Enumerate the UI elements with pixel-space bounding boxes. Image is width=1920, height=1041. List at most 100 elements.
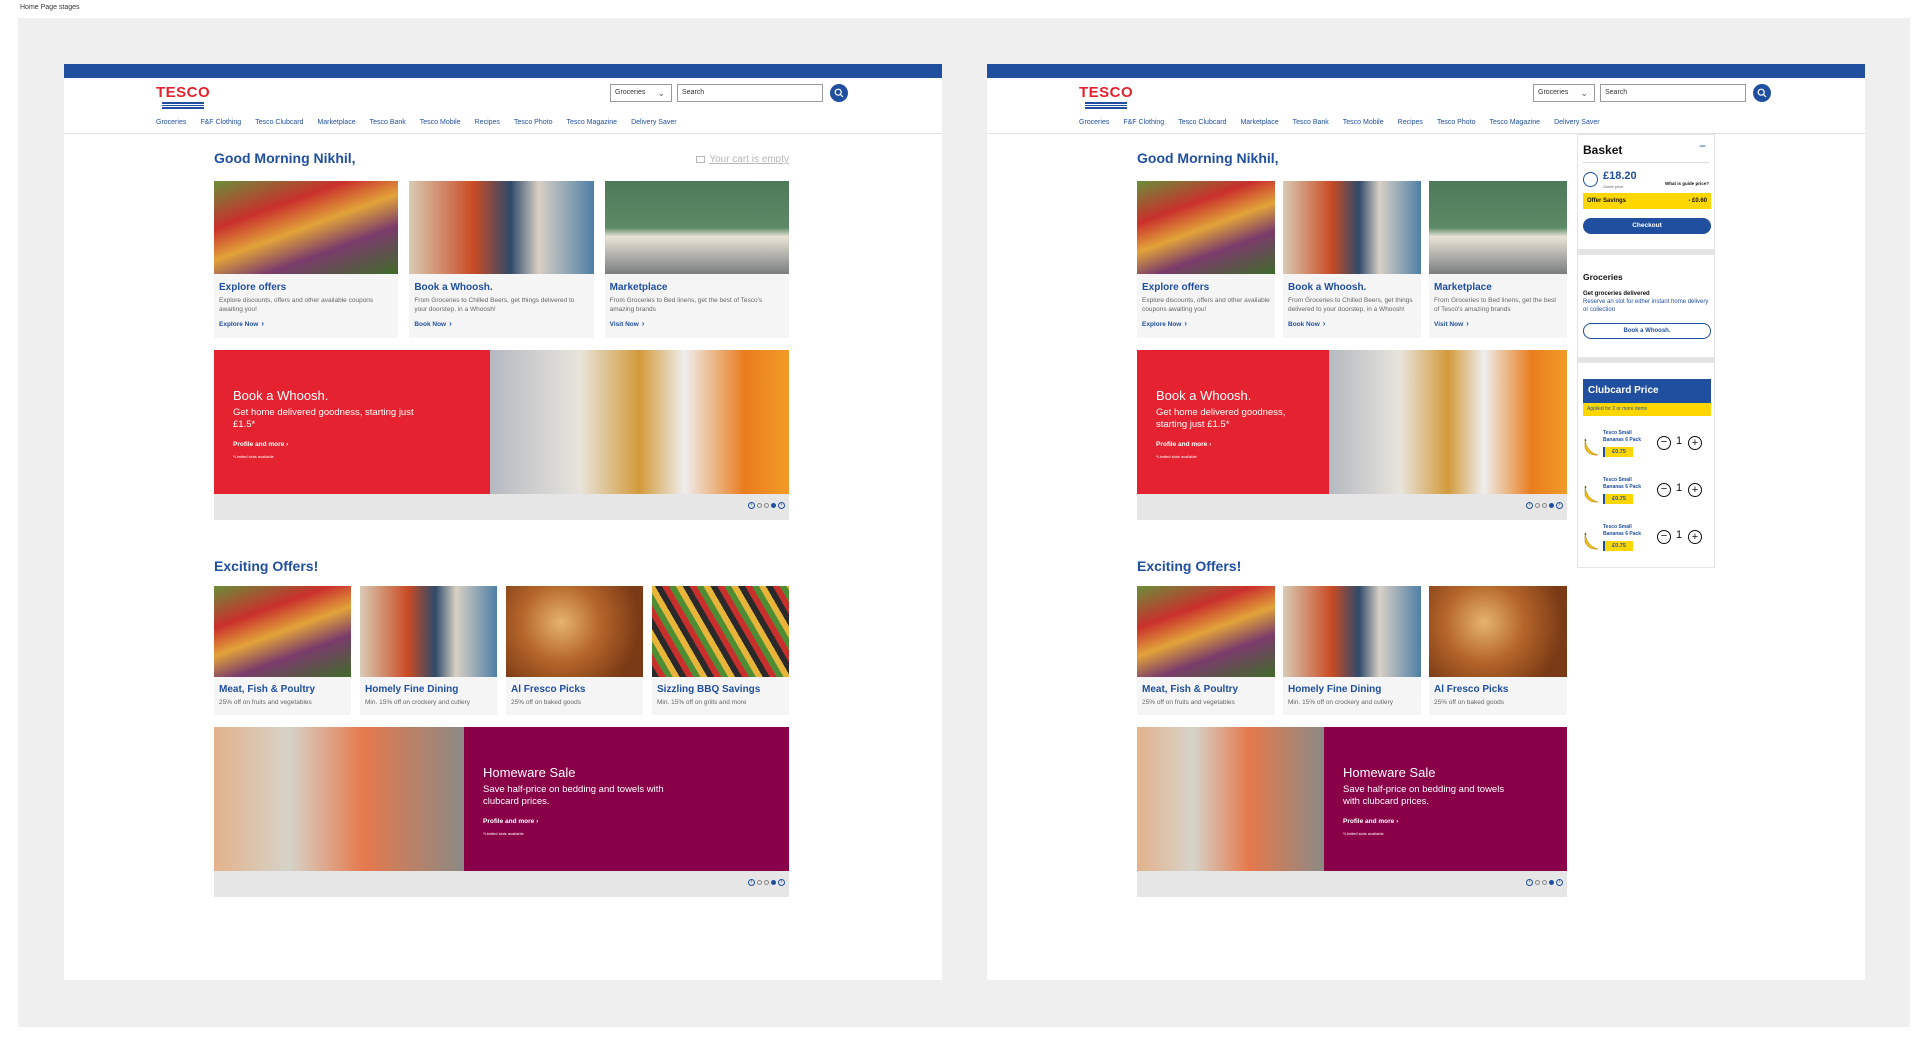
offer-card[interactable]: Meat, Fish & Poultry 25% off on fruits a… (214, 586, 351, 715)
nav-delivery-saver[interactable]: Delivery Saver (1554, 119, 1600, 126)
nav-groceries[interactable]: Groceries (1079, 119, 1109, 126)
prev-arrow-icon[interactable]: ‹ (748, 879, 755, 886)
banner-link[interactable]: Profile and more › (233, 441, 288, 448)
card-desc: Explore discounts, offers and other avai… (1142, 297, 1270, 313)
nav-ff-clothing[interactable]: F&F Clothing (1123, 119, 1164, 126)
card-link[interactable]: Explore Now › (1142, 319, 1275, 328)
carousel-dot[interactable] (1542, 880, 1547, 885)
next-arrow-icon[interactable]: › (1556, 502, 1563, 509)
next-arrow-icon[interactable]: › (778, 879, 785, 886)
card-link[interactable]: Visit Now › (610, 319, 789, 328)
carousel-dot[interactable] (1542, 503, 1547, 508)
search-input[interactable]: Search (677, 84, 823, 102)
card-marketplace[interactable]: Marketplace From Groceries to Bed linens… (604, 181, 789, 338)
prev-arrow-icon[interactable]: ‹ (1526, 879, 1533, 886)
offer-card[interactable]: Meat, Fish & Poultry 25% off on fruits a… (1137, 586, 1275, 715)
delivery-image (409, 181, 594, 274)
offer-card[interactable]: Al Fresco Picks 25% off on baked goods (506, 586, 643, 715)
nav-delivery-saver[interactable]: Delivery Saver (631, 119, 677, 126)
card-book-whoosh[interactable]: Book a Whoosh. From Groceries to Chilled… (409, 181, 594, 338)
nav-clubcard[interactable]: Tesco Clubcard (255, 119, 303, 126)
book-whoosh-button[interactable]: Book a Whoosh. (1583, 323, 1711, 339)
nav-bank[interactable]: Tesco Bank (1293, 119, 1329, 126)
groceries-link[interactable]: Reserve an slot for either instant home … (1583, 298, 1711, 314)
nav-ff-clothing[interactable]: F&F Clothing (200, 119, 241, 126)
next-arrow-icon[interactable]: › (1556, 879, 1563, 886)
nav-magazine[interactable]: Tesco Magazine (566, 119, 617, 126)
card-link[interactable]: Book Now › (414, 319, 593, 328)
prev-arrow-icon[interactable]: ‹ (1526, 502, 1533, 509)
nav-bank[interactable]: Tesco Bank (370, 119, 406, 126)
nav-groceries[interactable]: Groceries (156, 119, 186, 126)
guide-price-label: Guide price (1603, 184, 1624, 189)
banner-link[interactable]: Profile and more › (1343, 818, 1398, 825)
decrease-button[interactable]: − (1657, 436, 1671, 450)
nav-marketplace[interactable]: Marketplace (317, 119, 355, 126)
tesco-logo[interactable]: TESCO (156, 85, 210, 109)
nav-magazine[interactable]: Tesco Magazine (1489, 119, 1540, 126)
increase-button[interactable]: + (1688, 530, 1702, 544)
search-button[interactable] (830, 84, 848, 102)
prev-arrow-icon[interactable]: ‹ (748, 502, 755, 509)
offer-desc: 25% off on baked goods (1434, 699, 1504, 706)
item-name[interactable]: Tesco Small Bananas 6 Pack (1603, 430, 1647, 444)
banner-link[interactable]: Profile and more › (483, 818, 538, 825)
banner-fine-print: *Limited slots available (1156, 454, 1197, 459)
card-book-whoosh[interactable]: Book a Whoosh. From Groceries to Chilled… (1283, 181, 1421, 338)
whoosh-banner: Book a Whoosh. Get home delivered goodne… (214, 350, 789, 520)
search-button[interactable] (1753, 84, 1771, 102)
carousel-dot[interactable] (764, 880, 769, 885)
carousel-dot[interactable] (1535, 880, 1540, 885)
card-link[interactable]: Visit Now › (1434, 319, 1567, 328)
item-price: £0.75 (1603, 494, 1633, 504)
carousel-dot-active[interactable] (771, 503, 776, 508)
card-link[interactable]: Explore Now › (219, 319, 398, 328)
item-name[interactable]: Tesco Small Bananas 6 Pack (1603, 477, 1647, 491)
card-marketplace[interactable]: Marketplace From Groceries to Bed linens… (1429, 181, 1567, 338)
carousel-dot-active[interactable] (771, 880, 776, 885)
card-explore-offers[interactable]: Explore offers Explore discounts, offers… (214, 181, 399, 338)
item-name[interactable]: Tesco Small Bananas 6 Pack (1603, 524, 1647, 538)
tesco-logo[interactable]: TESCO (1079, 85, 1133, 109)
increase-button[interactable]: + (1688, 483, 1702, 497)
nav-mobile[interactable]: Tesco Mobile (420, 119, 461, 126)
card-explore-offers[interactable]: Explore offers Explore discounts, offers… (1137, 181, 1275, 338)
carousel-dot[interactable] (757, 503, 762, 508)
carousel-dot-active[interactable] (1549, 503, 1554, 508)
offer-card[interactable]: Al Fresco Picks 25% off on baked goods (1429, 586, 1567, 715)
carousel-dot-active[interactable] (1549, 880, 1554, 885)
next-arrow-icon[interactable]: › (778, 502, 785, 509)
offer-card[interactable]: Sizzling BBQ Savings Min. 15% off on gri… (652, 586, 789, 715)
chevron-right-icon: › (1466, 319, 1469, 328)
decrease-button[interactable]: − (1657, 530, 1671, 544)
banana-icon (1584, 485, 1599, 503)
banner-link[interactable]: Profile and more › (1156, 441, 1211, 448)
carousel-dot[interactable] (757, 880, 762, 885)
banana-icon (1584, 438, 1599, 456)
nav-clubcard[interactable]: Tesco Clubcard (1178, 119, 1226, 126)
carousel-controls: ‹ › (214, 871, 789, 897)
carousel-dot[interactable] (1535, 503, 1540, 508)
card-desc: Explore discounts, offers and other avai… (219, 297, 374, 313)
category-select[interactable]: Groceries ⌄ (1533, 84, 1595, 102)
checkout-button[interactable]: Checkout (1583, 218, 1711, 234)
category-select[interactable]: Groceries ⌄ (610, 84, 672, 102)
offer-title: Meat, Fish & Poultry (219, 684, 316, 695)
nav-photo[interactable]: Tesco Photo (514, 119, 553, 126)
nav-mobile[interactable]: Tesco Mobile (1343, 119, 1384, 126)
search-input[interactable]: Search (1600, 84, 1746, 102)
nav-recipes[interactable]: Recipes (1398, 119, 1423, 126)
card-link[interactable]: Book Now › (1288, 319, 1421, 328)
offer-card[interactable]: Homely Fine Dining Min. 15% off on crock… (360, 586, 497, 715)
nav-recipes[interactable]: Recipes (475, 119, 500, 126)
offer-card[interactable]: Homely Fine Dining Min. 15% off on crock… (1283, 586, 1421, 715)
nav-photo[interactable]: Tesco Photo (1437, 119, 1476, 126)
carousel-dot[interactable] (764, 503, 769, 508)
produce-image (214, 586, 351, 677)
guide-price-link[interactable]: What is guide price? (1665, 181, 1709, 186)
collapse-icon[interactable]: − (1699, 139, 1706, 153)
increase-button[interactable]: + (1688, 436, 1702, 450)
nav-marketplace[interactable]: Marketplace (1240, 119, 1278, 126)
decrease-button[interactable]: − (1657, 483, 1671, 497)
cart-empty-link[interactable]: Your cart is empty (696, 154, 789, 165)
